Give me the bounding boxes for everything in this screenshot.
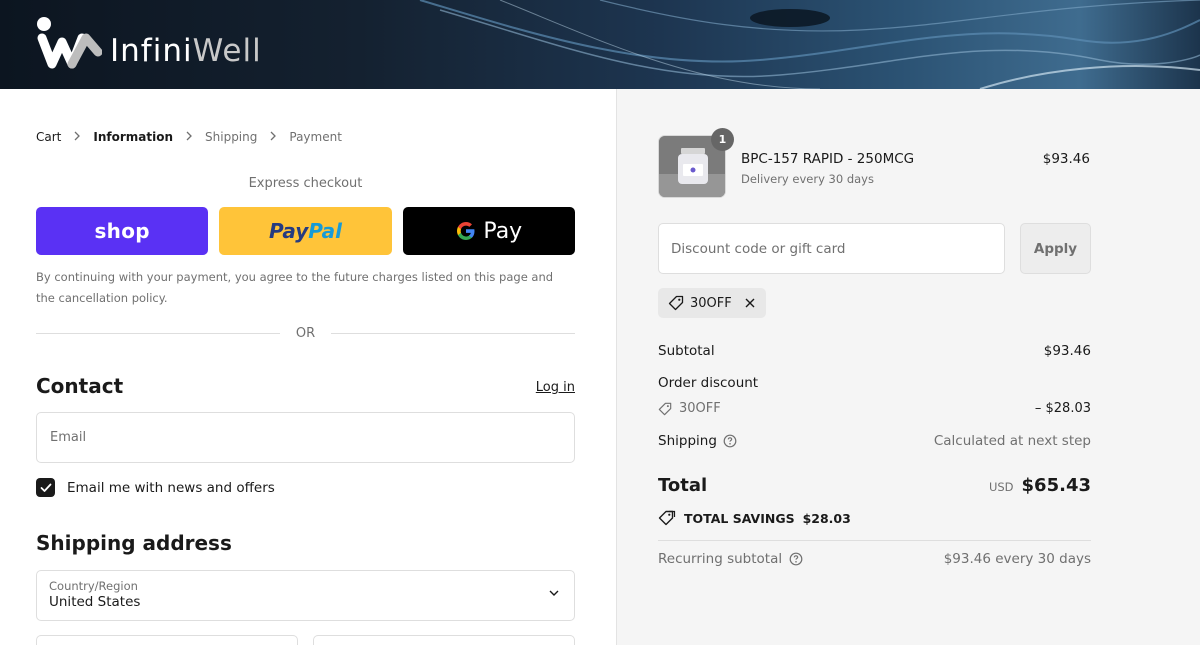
discount-code-input[interactable] — [659, 224, 1004, 273]
order-discount-detail-row: 30OFF – $28.03 — [658, 401, 1091, 416]
chevron-right-icon — [269, 130, 277, 144]
product-price: $93.46 — [1042, 151, 1090, 167]
checkmark-icon — [40, 483, 51, 492]
shipping-address-heading: Shipping address — [36, 531, 232, 555]
paypal-label-part1: Pay — [268, 219, 309, 243]
shipping-value: Calculated at next step — [933, 433, 1091, 449]
newsletter-checkbox[interactable] — [36, 478, 55, 497]
breadcrumb-shipping: Shipping — [205, 130, 258, 144]
paypal-button[interactable]: Pay Pal — [219, 207, 392, 255]
country-select[interactable]: Country/Region United States — [36, 570, 575, 621]
first-name-field[interactable] — [36, 635, 298, 645]
savings-label: TOTAL SAVINGS — [684, 510, 795, 526]
help-circle-icon[interactable] — [789, 552, 803, 566]
subtotal-row: Subtotal $93.46 — [658, 343, 1091, 359]
savings-value: $28.03 — [802, 510, 851, 526]
help-circle-icon[interactable] — [723, 434, 737, 448]
subtotal-label: Subtotal — [658, 343, 715, 359]
order-discount-code: 30OFF — [679, 401, 721, 416]
total-amount-group: USD $65.43 — [989, 475, 1091, 496]
login-link[interactable]: Log in — [536, 380, 575, 395]
shop-pay-button[interactable]: shop — [36, 207, 209, 255]
shipping-row: Shipping Calculated at next step — [658, 433, 1091, 449]
logo-mark-icon — [36, 16, 103, 70]
remove-discount-button[interactable] — [744, 297, 756, 309]
total-label: Total — [658, 475, 708, 496]
quantity-badge: 1 — [711, 128, 734, 151]
summary-divider — [658, 540, 1091, 541]
total-row: Total USD $65.43 — [658, 475, 1091, 496]
google-pay-label: Pay — [483, 218, 523, 244]
express-checkout-title: Express checkout — [248, 176, 363, 191]
contact-heading: Contact — [36, 374, 124, 398]
total-currency: USD — [988, 480, 1014, 494]
chevron-down-icon — [549, 590, 559, 596]
country-label: Country/Region — [49, 579, 138, 593]
express-checkout-buttons: shop Pay Pal Pay — [36, 207, 575, 255]
order-discount-label: Order discount — [658, 375, 759, 391]
email-input[interactable] — [37, 413, 574, 462]
shipping-label: Shipping — [658, 433, 717, 449]
subtotal-value: $93.46 — [1043, 343, 1091, 359]
paypal-label-part2: Pal — [308, 219, 342, 243]
order-discount-code-group: 30OFF — [658, 401, 721, 416]
divider-line — [36, 333, 280, 334]
recurring-value: $93.46 every 30 days — [943, 551, 1091, 567]
google-pay-button[interactable]: Pay — [402, 207, 575, 255]
shop-pay-label: shop — [94, 219, 150, 243]
breadcrumb-information: Information — [93, 130, 174, 144]
site-header: InfiniWell — [0, 0, 1200, 89]
country-value: United States — [49, 594, 141, 610]
breadcrumb: Cart Information Shipping Payment — [36, 130, 342, 144]
legal-notice: By continuing with your payment, you agr… — [36, 270, 554, 305]
apply-discount-button[interactable]: Apply — [1020, 223, 1091, 274]
total-value: $65.43 — [1021, 475, 1091, 496]
savings-tag-icon — [658, 510, 676, 526]
discount-code-field[interactable] — [658, 223, 1005, 274]
breadcrumb-cart[interactable]: Cart — [36, 130, 61, 144]
product-subscription: Delivery every 30 days — [741, 172, 874, 186]
chevron-right-icon — [185, 130, 193, 144]
brand-logo[interactable]: InfiniWell — [36, 16, 262, 70]
email-field[interactable] — [36, 412, 575, 463]
newsletter-label: Email me with news and offers — [67, 479, 275, 496]
close-icon — [745, 298, 755, 308]
divider-line — [331, 333, 576, 334]
total-savings-row: TOTAL SAVINGS $28.03 — [658, 510, 851, 526]
product-name: BPC-157 RAPID - 250MCG — [741, 151, 915, 167]
shipping-label-group: Shipping — [658, 433, 737, 449]
brand-wordmark: InfiniWell — [110, 33, 262, 69]
breadcrumb-payment: Payment — [289, 130, 342, 144]
or-label: OR — [295, 326, 316, 341]
applied-discount-code: 30OFF — [690, 295, 732, 311]
order-summary: 1 BPC-157 RAPID - 250MCG Delivery every … — [616, 89, 1200, 645]
or-divider: OR — [36, 326, 576, 341]
applied-discount-chip: 30OFF — [658, 288, 766, 318]
recurring-label-group: Recurring subtotal — [658, 551, 803, 567]
chevron-right-icon — [73, 130, 81, 144]
tag-icon — [658, 402, 672, 415]
order-discount-value: – $28.03 — [1034, 401, 1091, 416]
google-g-icon — [457, 222, 475, 240]
recurring-label: Recurring subtotal — [658, 551, 783, 567]
last-name-field[interactable] — [313, 635, 575, 645]
newsletter-option[interactable]: Email me with news and offers — [36, 478, 275, 497]
tag-icon — [668, 295, 684, 311]
order-discount-row: Order discount — [658, 375, 1091, 391]
recurring-subtotal-row: Recurring subtotal $93.46 every 30 days — [658, 551, 1091, 567]
